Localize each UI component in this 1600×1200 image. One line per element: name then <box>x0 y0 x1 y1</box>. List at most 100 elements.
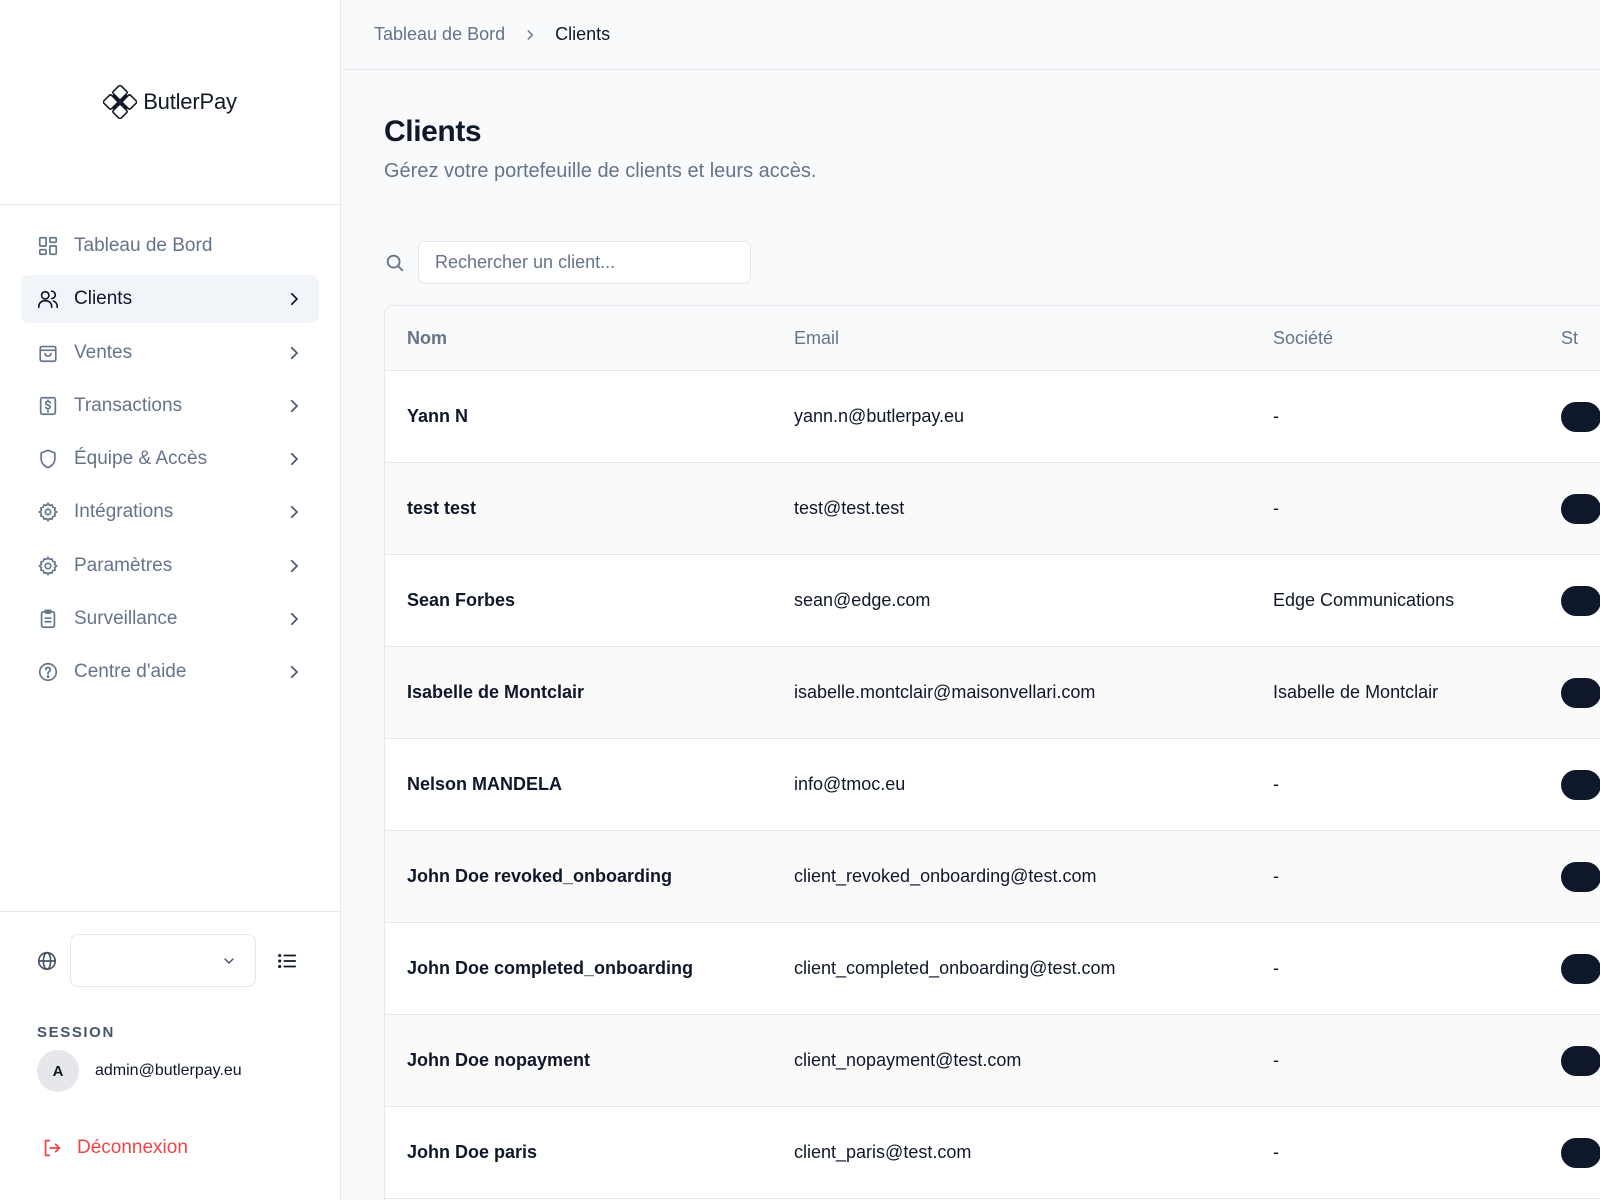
sidebar-item-dashboard[interactable]: Tableau de Bord <box>21 222 319 270</box>
shopping-bag-icon <box>37 342 59 364</box>
sidebar: ButlerPay Tableau de Bord Clients Ventes… <box>0 0 341 1200</box>
table-row[interactable]: test test test@test.test - <box>385 463 1600 555</box>
client-company: - <box>1273 958 1279 978</box>
status-badge <box>1561 585 1600 616</box>
client-email: yann.n@butlerpay.eu <box>794 406 965 426</box>
table-row[interactable]: Sean Forbes sean@edge.com Edge Communica… <box>385 555 1600 647</box>
chevron-right-icon <box>523 28 537 42</box>
client-company: - <box>1273 774 1279 794</box>
logout-button[interactable]: Déconnexion <box>41 1137 188 1159</box>
client-name: test test <box>407 498 477 518</box>
dashboard-icon <box>37 235 59 257</box>
gear-icon <box>37 501 59 523</box>
sidebar-item-help-center[interactable]: Centre d'aide <box>21 648 319 696</box>
chevron-right-icon <box>285 557 303 575</box>
column-header-status[interactable]: St <box>1561 306 1600 370</box>
status-badge <box>1561 677 1600 708</box>
chevron-right-icon <box>285 450 303 468</box>
users-icon <box>37 288 59 310</box>
table-row[interactable]: Yann N yann.n@butlerpay.eu - <box>385 371 1600 463</box>
client-email: client_paris@test.com <box>794 1142 972 1162</box>
chevron-right-icon <box>285 397 303 415</box>
table-row[interactable]: John Doe nopayment client_nopayment@test… <box>385 1015 1600 1107</box>
sidebar-item-label: Intégrations <box>74 501 174 523</box>
table-body: Yann N yann.n@butlerpay.eu - test test t… <box>385 371 1600 1199</box>
table-row[interactable]: John Doe paris client_paris@test.com - <box>385 1107 1600 1199</box>
sidebar-item-label: Paramètres <box>74 554 173 576</box>
status-cell <box>1561 739 1600 830</box>
sidebar-item-integrations[interactable]: Intégrations <box>21 488 319 536</box>
client-company: - <box>1273 406 1279 426</box>
status-badge <box>1561 953 1600 984</box>
shield-icon <box>37 448 59 470</box>
status-cell <box>1561 555 1600 646</box>
sidebar-item-label: Centre d'aide <box>74 661 187 683</box>
chevron-right-icon <box>285 610 303 628</box>
page-subtitle: Gérez votre portefeuille de clients et l… <box>384 160 817 182</box>
client-email: client_revoked_onboarding@test.com <box>794 866 1097 886</box>
status-cell <box>1561 1107 1600 1198</box>
logo-area: ButlerPay <box>0 0 340 205</box>
sidebar-item-label: Équipe & Accès <box>74 448 208 470</box>
status-badge <box>1561 861 1600 892</box>
client-company: Isabelle de Montclair <box>1273 682 1439 702</box>
sidebar-footer: SESSION A admin@butlerpay.eu Déconnexion <box>0 911 341 1200</box>
sidebar-item-team-access[interactable]: Équipe & Accès <box>21 435 319 483</box>
client-name: John Doe nopayment <box>407 1050 591 1070</box>
client-name: John Doe completed_onboarding <box>407 958 694 978</box>
table-row[interactable]: John Doe revoked_onboarding client_revok… <box>385 831 1600 923</box>
search-input[interactable] <box>418 241 751 284</box>
search-icon <box>384 252 406 274</box>
logout-label: Déconnexion <box>77 1137 188 1158</box>
sidebar-item-settings[interactable]: Paramètres <box>21 542 319 590</box>
page-title: Clients <box>384 115 482 148</box>
client-email: client_completed_onboarding@test.com <box>794 958 1116 978</box>
status-cell <box>1561 1015 1600 1106</box>
language-row <box>36 934 298 987</box>
status-badge <box>1561 401 1600 432</box>
sidebar-item-transactions[interactable]: Transactions <box>21 382 319 430</box>
status-cell <box>1561 831 1600 922</box>
column-header-email[interactable]: Email <box>794 328 1273 349</box>
client-email: test@test.test <box>794 498 905 518</box>
help-circle-icon <box>37 661 59 683</box>
client-email: isabelle.montclair@maisonvellari.com <box>794 682 1096 702</box>
receipt-dollar-icon <box>37 395 59 417</box>
sidebar-item-label: Transactions <box>74 394 183 416</box>
status-badge <box>1561 1137 1600 1168</box>
breadcrumb-home[interactable]: Tableau de Bord <box>374 24 505 45</box>
avatar: A <box>37 1050 79 1092</box>
client-company: Edge Communications <box>1273 590 1455 610</box>
client-email: info@tmoc.eu <box>794 774 906 794</box>
search-bar <box>384 241 751 284</box>
client-company: - <box>1273 1142 1279 1162</box>
sidebar-nav: Tableau de Bord Clients Ventes Transacti… <box>21 222 319 702</box>
client-name: Nelson MANDELA <box>407 774 563 794</box>
chevron-right-icon <box>285 663 303 681</box>
sidebar-item-clients[interactable]: Clients <box>21 275 319 324</box>
chevron-right-icon <box>285 503 303 521</box>
table-row[interactable]: Isabelle de Montclair isabelle.montclair… <box>385 647 1600 739</box>
client-email: client_nopayment@test.com <box>794 1050 1022 1070</box>
status-badge <box>1561 769 1600 800</box>
brand-name: ButlerPay <box>143 89 237 114</box>
brand-logo[interactable]: ButlerPay <box>103 85 237 119</box>
gear-icon <box>37 555 59 577</box>
client-company: - <box>1273 498 1279 518</box>
breadcrumb: Tableau de Bord Clients <box>342 0 1600 70</box>
client-name: John Doe revoked_onboarding <box>407 866 673 886</box>
globe-icon <box>36 950 58 972</box>
sidebar-item-monitoring[interactable]: Surveillance <box>21 595 319 643</box>
client-name: Isabelle de Montclair <box>407 682 585 702</box>
column-header-company[interactable]: Société <box>1273 328 1561 349</box>
table-row[interactable]: John Doe completed_onboarding client_com… <box>385 923 1600 1015</box>
client-name: Yann N <box>407 406 469 426</box>
session-label: SESSION <box>37 1024 115 1041</box>
language-select[interactable] <box>70 934 256 987</box>
table-row[interactable]: Nelson MANDELA info@tmoc.eu - <box>385 739 1600 831</box>
butlerpay-logo-icon <box>103 85 138 119</box>
sidebar-item-ventes[interactable]: Ventes <box>21 329 319 377</box>
status-badge <box>1561 493 1600 524</box>
column-header-name[interactable]: Nom <box>385 328 794 349</box>
list-icon[interactable] <box>276 950 298 972</box>
